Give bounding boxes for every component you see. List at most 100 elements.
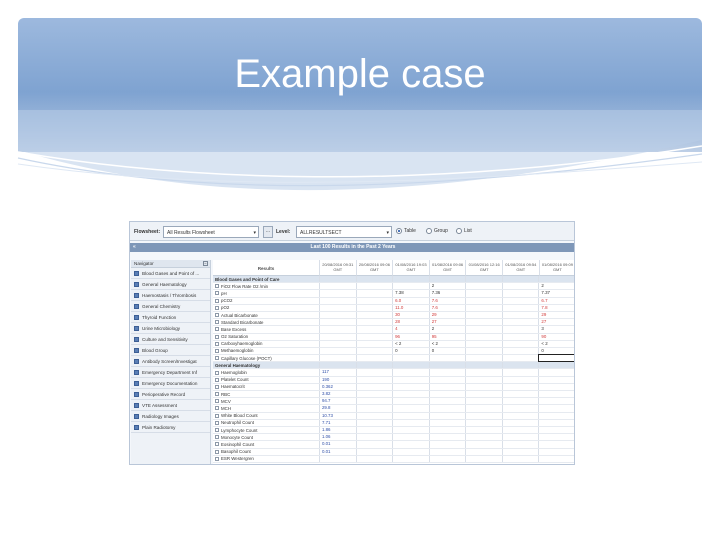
result-value-cell[interactable] bbox=[466, 448, 503, 455]
checkbox-icon[interactable] bbox=[134, 402, 139, 408]
result-value-cell[interactable]: 27 bbox=[539, 319, 574, 325]
result-value-cell[interactable] bbox=[430, 455, 467, 462]
checkbox-icon[interactable] bbox=[215, 298, 219, 303]
result-value-cell[interactable] bbox=[503, 405, 540, 412]
result-value-cell[interactable] bbox=[357, 441, 394, 448]
result-value-cell[interactable]: 117 bbox=[320, 369, 357, 376]
result-value-cell[interactable]: 7.6 bbox=[430, 304, 467, 311]
result-value-cell[interactable] bbox=[503, 434, 540, 441]
checkbox-icon[interactable] bbox=[215, 313, 219, 318]
result-value-cell[interactable] bbox=[320, 347, 357, 355]
result-value-cell[interactable] bbox=[430, 369, 467, 376]
result-value-cell[interactable]: 2 bbox=[430, 283, 467, 290]
checkbox-icon[interactable] bbox=[215, 435, 219, 440]
result-value-cell[interactable] bbox=[320, 355, 357, 362]
result-value-cell[interactable] bbox=[357, 311, 394, 319]
result-value-cell[interactable] bbox=[393, 276, 430, 283]
result-value-cell[interactable] bbox=[466, 340, 503, 347]
result-value-cell[interactable] bbox=[539, 398, 574, 404]
result-value-cell[interactable] bbox=[393, 376, 430, 383]
result-value-cell[interactable] bbox=[503, 419, 540, 426]
checkbox-icon[interactable] bbox=[134, 325, 139, 331]
checkbox-icon[interactable] bbox=[134, 314, 139, 320]
result-value-cell[interactable] bbox=[466, 297, 503, 304]
table-row[interactable]: pCO2 6.0 7.6 6.7 bbox=[213, 297, 574, 305]
result-value-cell[interactable] bbox=[466, 362, 503, 369]
result-value-cell[interactable] bbox=[357, 297, 394, 304]
checkbox-icon[interactable] bbox=[215, 320, 219, 325]
result-value-cell[interactable] bbox=[320, 290, 357, 297]
checkbox-icon[interactable] bbox=[215, 377, 219, 382]
result-value-cell[interactable] bbox=[320, 276, 357, 283]
navigator-item[interactable]: Urine Microbiology bbox=[131, 323, 210, 334]
navigator-item[interactable]: VTE Assessment bbox=[131, 400, 210, 411]
result-value-cell[interactable] bbox=[357, 391, 394, 398]
result-value-cell[interactable] bbox=[320, 326, 357, 333]
table-row[interactable]: Platelet Count 190 bbox=[213, 376, 574, 384]
result-value-cell[interactable]: 0.362 bbox=[320, 383, 357, 390]
result-value-cell[interactable] bbox=[393, 412, 430, 419]
result-value-cell[interactable] bbox=[357, 283, 394, 290]
date-column-header[interactable]: 20/08/2016 09:31 GMT bbox=[320, 260, 357, 276]
result-value-cell[interactable] bbox=[357, 290, 394, 297]
result-value-cell[interactable] bbox=[393, 426, 430, 434]
result-value-cell[interactable] bbox=[503, 276, 540, 283]
result-value-cell[interactable]: 90 bbox=[539, 334, 574, 340]
result-value-cell[interactable]: 29.8 bbox=[320, 405, 357, 412]
checkbox-icon[interactable] bbox=[134, 281, 139, 287]
result-value-cell[interactable] bbox=[393, 398, 430, 405]
result-value-cell[interactable] bbox=[357, 434, 394, 441]
result-value-cell[interactable] bbox=[539, 456, 574, 462]
result-value-cell[interactable]: 7.71 bbox=[320, 419, 357, 426]
result-value-cell[interactable] bbox=[466, 391, 503, 398]
table-row[interactable]: Monocyte Count 1.06 bbox=[213, 434, 574, 442]
result-value-cell[interactable] bbox=[503, 290, 540, 297]
result-value-cell[interactable] bbox=[320, 304, 357, 311]
result-value-cell[interactable] bbox=[393, 362, 430, 369]
navigator-item[interactable]: Emergency Documentation bbox=[131, 378, 210, 389]
checkbox-icon[interactable] bbox=[134, 347, 139, 353]
result-value-cell[interactable] bbox=[539, 441, 574, 447]
checkbox-icon[interactable] bbox=[134, 303, 139, 309]
result-value-cell[interactable] bbox=[430, 355, 467, 362]
result-value-cell[interactable] bbox=[503, 311, 540, 319]
result-value-cell[interactable] bbox=[466, 283, 503, 290]
result-value-cell[interactable]: 3 bbox=[539, 326, 574, 332]
result-value-cell[interactable] bbox=[503, 297, 540, 304]
date-column-header[interactable]: 01/08/2016 09:06 GMT bbox=[429, 260, 467, 276]
result-value-cell[interactable] bbox=[357, 419, 394, 426]
result-value-cell[interactable] bbox=[320, 455, 357, 462]
table-row[interactable]: pH 7.38 7.36 7.37 bbox=[213, 290, 574, 298]
checkbox-icon[interactable] bbox=[215, 420, 219, 425]
result-value-cell[interactable] bbox=[393, 283, 430, 290]
result-value-cell[interactable]: 29 bbox=[539, 312, 574, 318]
checkbox-icon[interactable] bbox=[134, 391, 139, 397]
result-value-cell[interactable] bbox=[357, 398, 394, 405]
result-value-cell[interactable] bbox=[539, 434, 574, 440]
result-value-cell[interactable] bbox=[430, 405, 467, 412]
table-row[interactable]: Haemoglobin 117 bbox=[213, 369, 574, 377]
result-value-cell[interactable] bbox=[393, 355, 430, 362]
result-value-cell[interactable]: < 2 bbox=[393, 340, 430, 347]
result-value-cell[interactable] bbox=[503, 412, 540, 419]
result-value-cell[interactable]: 7.37 bbox=[539, 290, 574, 296]
checkbox-icon[interactable] bbox=[215, 348, 219, 353]
result-value-cell[interactable]: 0 bbox=[430, 347, 467, 355]
result-value-cell[interactable] bbox=[503, 383, 540, 390]
navigator-item[interactable]: General Haematology bbox=[131, 279, 210, 290]
result-value-cell[interactable]: 30 bbox=[393, 311, 430, 319]
checkbox-icon[interactable] bbox=[215, 392, 219, 397]
result-value-cell[interactable] bbox=[393, 441, 430, 448]
result-value-cell[interactable] bbox=[539, 420, 574, 426]
result-value-cell[interactable] bbox=[503, 369, 540, 376]
result-value-cell[interactable]: 95 bbox=[430, 333, 467, 340]
result-value-cell[interactable] bbox=[539, 405, 574, 411]
checkbox-icon[interactable] bbox=[215, 413, 219, 418]
result-value-cell[interactable] bbox=[430, 426, 467, 434]
result-value-cell[interactable] bbox=[357, 347, 394, 355]
result-value-cell[interactable] bbox=[466, 290, 503, 297]
table-row[interactable]: Standard Bicarbonate 28 27 27 bbox=[213, 319, 574, 327]
result-value-cell[interactable] bbox=[503, 333, 540, 340]
result-value-cell[interactable] bbox=[539, 427, 574, 433]
navigator-item[interactable]: Perioperative Record bbox=[131, 389, 210, 400]
